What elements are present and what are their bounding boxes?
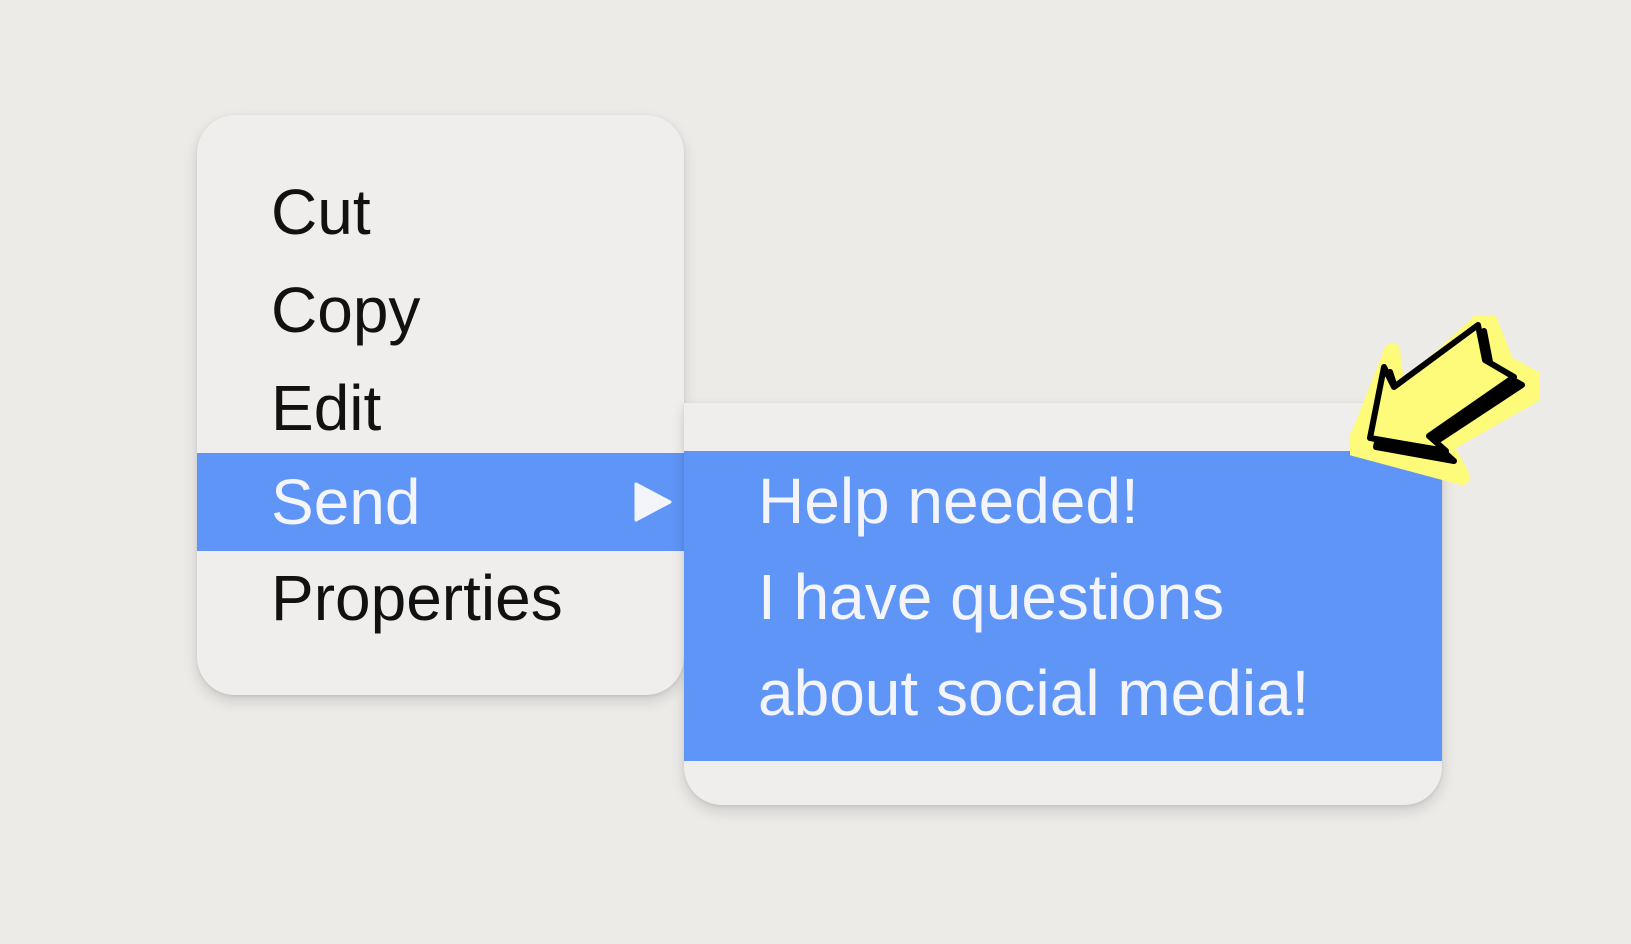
menu-item-edit[interactable]: Edit <box>197 359 684 457</box>
submenu-item-message[interactable]: Help needed! I have questions about soci… <box>684 451 1442 761</box>
menu-item-cut[interactable]: Cut <box>197 163 684 261</box>
menu-item-label: Properties <box>271 562 563 634</box>
submenu-line: I have questions <box>758 561 1225 633</box>
submenu-line: Help needed! <box>758 465 1139 537</box>
menu-item-label: Cut <box>271 176 371 248</box>
context-menu: Cut Copy Edit Send Properties <box>197 115 684 695</box>
send-submenu: Help needed! I have questions about soci… <box>684 403 1442 805</box>
menu-item-label: Copy <box>271 274 421 346</box>
submenu-triangle-icon <box>634 482 672 522</box>
menu-item-label: Edit <box>271 372 382 444</box>
submenu-line: about social media! <box>758 657 1310 729</box>
menu-item-label: Send <box>271 466 421 538</box>
menu-item-properties[interactable]: Properties <box>197 549 684 647</box>
menu-item-send[interactable]: Send <box>197 453 684 551</box>
menu-item-copy[interactable]: Copy <box>197 261 684 359</box>
